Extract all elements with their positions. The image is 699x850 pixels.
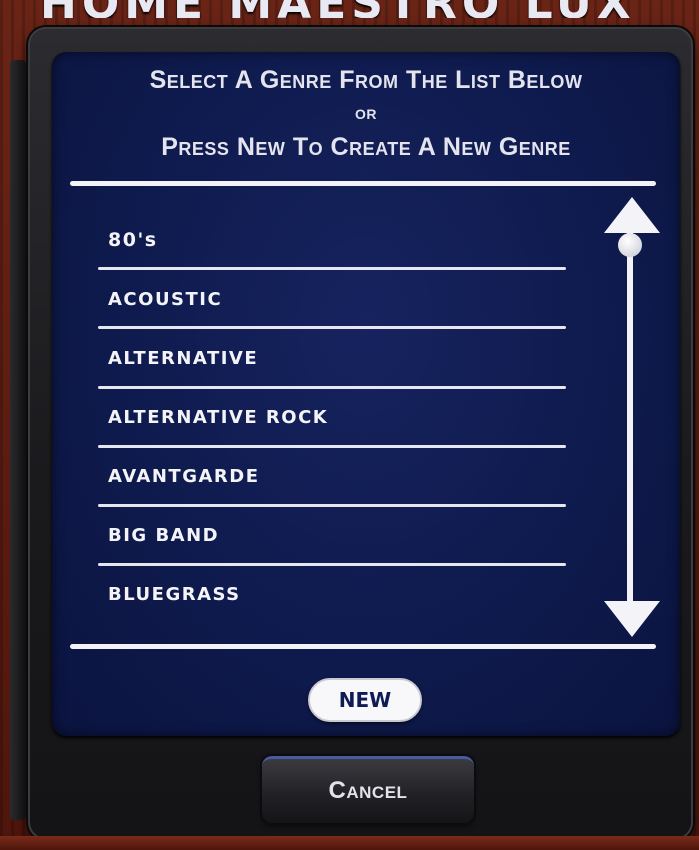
app-title: HOME MAESTRO LUXTM — [40, 0, 680, 18]
background-strip — [10, 60, 26, 820]
scroll-up-arrow-icon[interactable] — [604, 197, 660, 233]
scroll-down-arrow-icon[interactable] — [604, 601, 660, 637]
list-item-label: Alternative — [108, 348, 259, 369]
list-item-label: Big Band — [108, 525, 220, 546]
top-divider — [70, 181, 656, 186]
prompt-line-3: Press New To Create A New Genre — [161, 133, 571, 161]
new-genre-button[interactable]: NEW — [308, 678, 422, 722]
list-item-divider — [98, 267, 566, 270]
list-item-divider — [98, 445, 566, 448]
list-item-divider — [98, 386, 566, 389]
prompt-line-2: or — [355, 102, 377, 124]
list-item-label: Bluegrass — [108, 584, 241, 605]
list-item-divider — [98, 563, 566, 566]
list-item-divider — [98, 326, 566, 329]
list-item-label: 80's — [108, 229, 158, 251]
prompt-line-1: Select A Genre From The List Below — [149, 66, 583, 94]
bottom-divider — [70, 644, 656, 649]
new-button-label: NEW — [338, 688, 392, 712]
list-item-label: Acoustic — [108, 289, 223, 310]
list-item-divider — [98, 504, 566, 507]
scrollbar-track[interactable] — [627, 220, 633, 620]
background-bottom-strip — [0, 836, 699, 850]
genre-panel: Select A Genre From The List Below or Pr… — [52, 52, 680, 736]
app-title-text: HOME MAESTRO LUX — [40, 0, 636, 18]
list-item-label: Alternative Rock — [108, 407, 329, 428]
cancel-button[interactable]: Cancel — [262, 756, 474, 823]
cancel-button-label: Cancel — [328, 777, 408, 804]
scrollbar-thumb[interactable] — [618, 233, 642, 257]
list-item-label: Avantgarde — [108, 466, 260, 487]
